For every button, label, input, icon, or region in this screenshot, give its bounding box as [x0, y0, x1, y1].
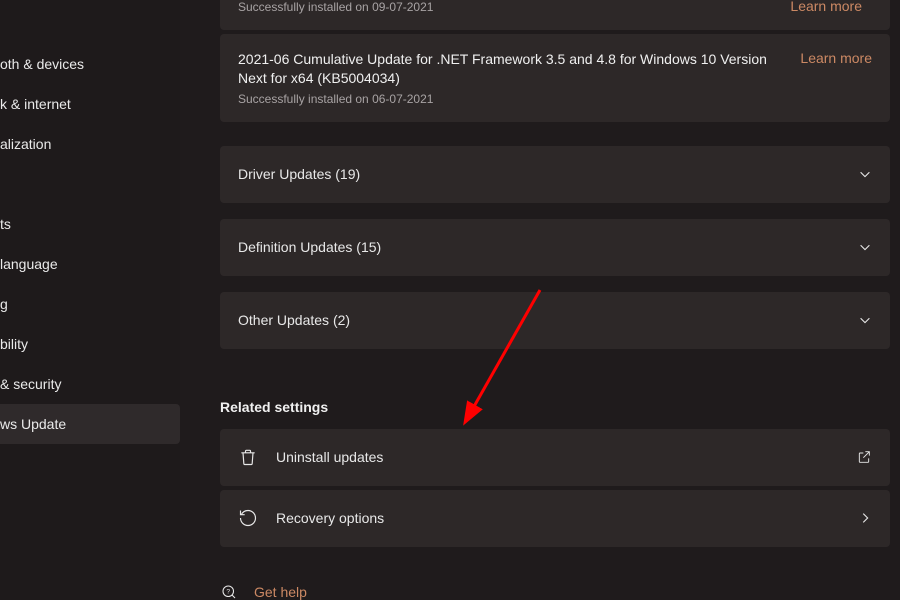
sidebar-item-personalization[interactable]: alization: [0, 124, 180, 164]
recovery-options-row[interactable]: Recovery options: [220, 490, 890, 547]
expander-label: Other Updates (2): [238, 312, 350, 328]
update-title: 2021-06 Cumulative Update for .NET Frame…: [238, 50, 788, 88]
learn-more-link[interactable]: Learn more: [800, 50, 872, 66]
get-help-row[interactable]: ? Get help: [220, 583, 890, 600]
get-help-link[interactable]: Get help: [254, 584, 307, 600]
setting-row-label: Recovery options: [276, 510, 858, 526]
chevron-right-icon: [858, 511, 872, 525]
chevron-down-icon: [858, 167, 872, 181]
chevron-down-icon: [858, 313, 872, 327]
chevron-down-icon: [858, 240, 872, 254]
update-item-0: Learn more Successfully installed on 09-…: [220, 0, 890, 30]
sidebar-item-gaming[interactable]: g: [0, 284, 180, 324]
sidebar-item-windows-update[interactable]: ws Update: [0, 404, 180, 444]
update-item-1: 2021-06 Cumulative Update for .NET Frame…: [220, 34, 890, 122]
trash-icon: [238, 447, 258, 467]
setting-row-label: Uninstall updates: [276, 449, 856, 465]
expander-label: Driver Updates (19): [238, 166, 360, 182]
sidebar-item-privacy-security[interactable]: & security: [0, 364, 180, 404]
sidebar-item-apps[interactable]: [0, 164, 180, 204]
sidebar-item-network-internet[interactable]: k & internet: [0, 84, 180, 124]
learn-more-link[interactable]: Learn more: [790, 0, 862, 14]
recovery-icon: [238, 508, 258, 528]
expander-driver-updates[interactable]: Driver Updates (19): [220, 146, 890, 203]
sidebar-item-accessibility[interactable]: bility: [0, 324, 180, 364]
help-icon: ?: [220, 583, 238, 600]
sidebar-item-time-language[interactable]: language: [0, 244, 180, 284]
open-external-icon: [856, 449, 872, 465]
expander-other-updates[interactable]: Other Updates (2): [220, 292, 890, 349]
expander-definition-updates[interactable]: Definition Updates (15): [220, 219, 890, 276]
settings-sidebar: oth & devices k & internet alization ts …: [0, 0, 180, 600]
sidebar-item-accounts[interactable]: ts: [0, 204, 180, 244]
main-content: Learn more Successfully installed on 09-…: [180, 0, 900, 600]
sidebar-item-bluetooth-devices[interactable]: oth & devices: [0, 44, 180, 84]
related-settings-heading: Related settings: [220, 399, 890, 415]
svg-text:?: ?: [226, 588, 230, 595]
update-install-status: Successfully installed on 06-07-2021: [238, 92, 788, 106]
expander-label: Definition Updates (15): [238, 239, 381, 255]
uninstall-updates-row[interactable]: Uninstall updates: [220, 429, 890, 486]
